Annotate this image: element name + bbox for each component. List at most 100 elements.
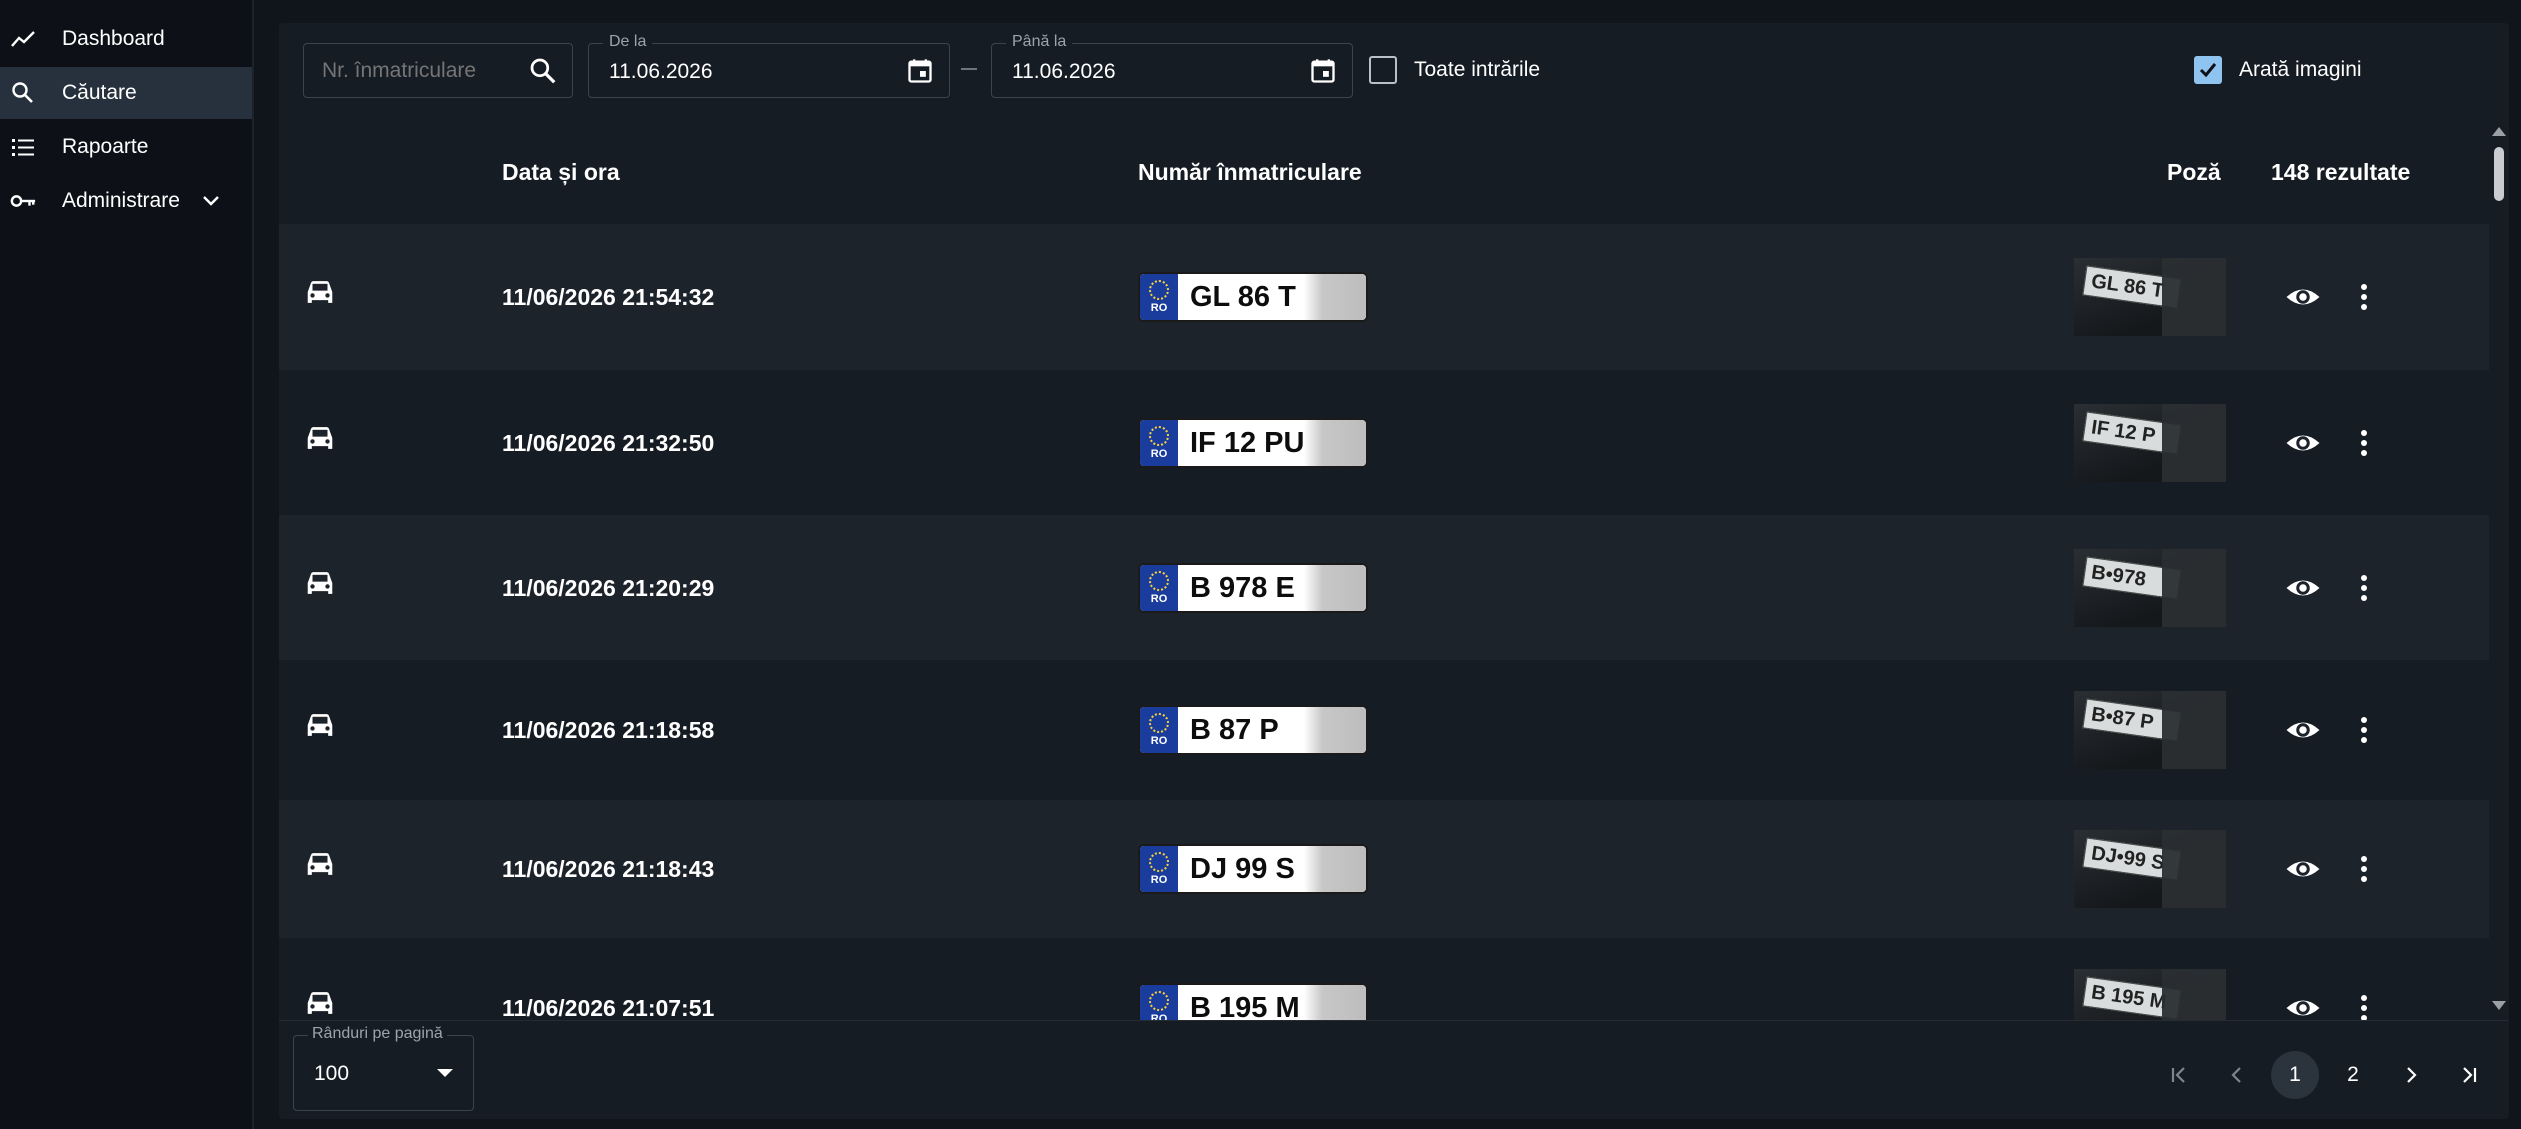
plate-country-code: RO — [1150, 448, 1168, 460]
table-row[interactable]: 11/06/2026 21:18:58 RO B 87 P B•87 P — [279, 660, 2489, 800]
photo-redaction — [2162, 830, 2226, 908]
plate-country-code: RO — [1150, 302, 1168, 314]
table-row[interactable]: 11/06/2026 21:32:50 RO IF 12 PU IF 12 P — [279, 370, 2489, 515]
row-datetime: 11/06/2026 21:07:51 — [502, 995, 715, 1020]
date-to-value[interactable]: 11.06.2026 — [1012, 60, 1116, 84]
rows-per-page-value[interactable]: 100 — [314, 1062, 349, 1086]
plate-photo-thumbnail[interactable]: B 195 M — [2074, 969, 2226, 1020]
more-options-icon[interactable] — [2359, 993, 2369, 1020]
more-options-icon[interactable] — [2359, 715, 2369, 745]
check-icon — [2199, 63, 2217, 78]
table-row[interactable]: 11/06/2026 21:20:29 RO B 978 E B•978 — [279, 515, 2489, 660]
table-row[interactable]: 11/06/2026 21:18:43 RO DJ 99 S DJ•99 S — [279, 800, 2489, 938]
eu-flag-icon: RO — [1140, 565, 1178, 611]
chevron-down-icon[interactable] — [202, 190, 224, 212]
date-from-value[interactable]: 11.06.2026 — [609, 60, 713, 84]
sidebar-item-administrare[interactable]: Administrare — [0, 175, 252, 227]
results-table-body: 11/06/2026 21:54:32 RO GL 86 T GL 86 T 11/06… — [279, 224, 2489, 1020]
app-root: Dashboard Căutare Rapoarte Administrare — [0, 0, 2521, 1129]
photo-redaction — [2162, 969, 2226, 1020]
plate-country-code: RO — [1150, 874, 1168, 886]
all-entries-checkbox[interactable] — [1369, 56, 1397, 84]
date-from-field[interactable]: De la 11.06.2026 — [588, 33, 950, 98]
table-scrollbar[interactable] — [2489, 119, 2509, 1019]
chevron-left-icon — [2231, 1067, 2241, 1083]
car-icon — [307, 572, 333, 594]
chevron-right-icon — [2407, 1067, 2417, 1083]
filter-toolbar: De la 11.06.2026 Până la 11.06.2026 Toat… — [279, 23, 2509, 119]
page-number: 2 — [2347, 1063, 2359, 1086]
search-icon[interactable] — [528, 56, 558, 86]
plate-country-code: RO — [1150, 593, 1168, 605]
sidebar-item-cautare[interactable]: Căutare — [0, 67, 252, 119]
last-page-button[interactable] — [2445, 1051, 2493, 1099]
plate-country-code: RO — [1150, 735, 1168, 747]
date-to-field[interactable]: Până la 11.06.2026 — [991, 33, 1353, 98]
plate-photo-thumbnail[interactable]: B•87 P — [2074, 691, 2226, 769]
row-datetime: 11/06/2026 21:18:58 — [502, 717, 715, 743]
eye-icon[interactable] — [2285, 425, 2321, 461]
page-number: 1 — [2289, 1063, 2301, 1086]
next-page-button[interactable] — [2387, 1051, 2435, 1099]
license-plate: RO IF 12 PU — [1138, 418, 1368, 468]
plate-photo-thumbnail[interactable]: GL 86 T — [2074, 258, 2226, 336]
photo-redaction — [2162, 404, 2226, 482]
row-datetime: 11/06/2026 21:32:50 — [502, 430, 715, 456]
eu-flag-icon: RO — [1140, 985, 1178, 1020]
row-datetime: 11/06/2026 21:54:32 — [502, 284, 715, 310]
eu-flag-icon: RO — [1140, 274, 1178, 320]
plate-search-field[interactable] — [303, 43, 573, 98]
car-icon — [307, 714, 333, 736]
sidebar-item-rapoarte[interactable]: Rapoarte — [0, 121, 252, 173]
eu-flag-icon: RO — [1140, 420, 1178, 466]
photo-redaction — [2162, 549, 2226, 627]
sidebar-item-label: Administrare — [62, 189, 180, 212]
eu-flag-icon: RO — [1140, 707, 1178, 753]
more-options-icon[interactable] — [2359, 854, 2369, 884]
dropdown-caret-icon[interactable] — [437, 1069, 453, 1077]
eye-icon[interactable] — [2285, 990, 2321, 1020]
calendar-icon[interactable] — [1308, 56, 1338, 86]
more-options-icon[interactable] — [2359, 282, 2369, 312]
sidebar-item-dashboard[interactable]: Dashboard — [0, 13, 252, 65]
eye-icon[interactable] — [2285, 851, 2321, 887]
photo-redaction — [2162, 258, 2226, 336]
page-button-1[interactable]: 1 — [2271, 1051, 2319, 1099]
scroll-up-arrow-icon[interactable] — [2492, 127, 2506, 136]
plate-photo-thumbnail[interactable]: IF 12 P — [2074, 404, 2226, 482]
photo-redaction — [2162, 691, 2226, 769]
previous-page-button[interactable] — [2213, 1051, 2261, 1099]
sidebar-item-label: Căutare — [62, 81, 137, 104]
show-images-checkbox[interactable] — [2194, 56, 2222, 84]
table-row[interactable]: 11/06/2026 21:54:32 RO GL 86 T GL 86 T — [279, 224, 2489, 370]
table-header: Data și ora Număr înmatriculare Poză 148… — [279, 119, 2489, 224]
plate-photo-thumbnail[interactable]: B•978 — [2074, 549, 2226, 627]
rows-per-page-select[interactable]: Rânduri pe pagină 100 — [293, 1025, 474, 1111]
show-images-label[interactable]: Arată imagini — [2239, 58, 2362, 82]
scroll-down-arrow-icon[interactable] — [2492, 1001, 2506, 1010]
plate-redaction — [1304, 985, 1366, 1020]
sidebar: Dashboard Căutare Rapoarte Administrare — [0, 0, 254, 1129]
plate-redaction — [1304, 707, 1366, 753]
first-page-icon — [2171, 1067, 2185, 1083]
column-header-plate[interactable]: Număr înmatriculare — [1138, 159, 1362, 186]
all-entries-label[interactable]: Toate intrările — [1414, 58, 1540, 82]
table-footer: Rânduri pe pagină 100 1 2 — [279, 1020, 2509, 1119]
more-options-icon[interactable] — [2359, 428, 2369, 458]
column-header-datetime[interactable]: Data și ora — [502, 159, 620, 186]
table-row[interactable]: 11/06/2026 21:07:51 RO B 195 M B 195 M — [279, 938, 2489, 1020]
more-options-icon[interactable] — [2359, 573, 2369, 603]
results-count: 148 rezultate — [2271, 159, 2411, 185]
calendar-icon[interactable] — [905, 56, 935, 86]
page-button-2[interactable]: 2 — [2329, 1051, 2377, 1099]
plate-photo-thumbnail[interactable]: DJ•99 S — [2074, 830, 2226, 908]
sidebar-item-label: Dashboard — [62, 27, 165, 50]
eye-icon[interactable] — [2285, 570, 2321, 606]
eye-icon[interactable] — [2285, 279, 2321, 315]
plate-country-code: RO — [1150, 1013, 1168, 1020]
eye-icon[interactable] — [2285, 712, 2321, 748]
first-page-button[interactable] — [2155, 1051, 2203, 1099]
search-panel: De la 11.06.2026 Până la 11.06.2026 Toat… — [279, 23, 2509, 1119]
scrollbar-thumb[interactable] — [2494, 147, 2504, 201]
plate-search-input[interactable] — [322, 56, 512, 86]
